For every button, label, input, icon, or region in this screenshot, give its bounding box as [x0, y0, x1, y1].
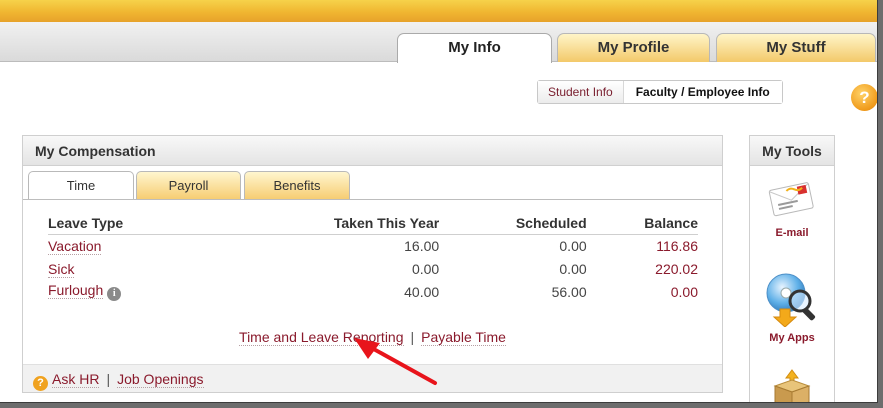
my-tools-panel: My Tools E-mail My Apps	[749, 135, 835, 402]
taken-value: 16.00	[404, 237, 440, 254]
subtab-student-info[interactable]: Student Info	[538, 81, 624, 103]
column-header: Scheduled	[439, 212, 587, 235]
tab-my-stuff[interactable]: My Stuff	[716, 33, 876, 62]
balance-value: 116.86	[656, 237, 698, 254]
tab-payroll[interactable]: Payroll	[136, 171, 241, 199]
annotation-arrow	[354, 338, 437, 385]
browser-frame: My Info My Profile My Stuff Student Info…	[0, 0, 878, 403]
scheduled-value: 0.00	[559, 237, 587, 254]
balance-value: 0.00	[670, 283, 698, 300]
leave-type-link-furlough[interactable]: Furlough	[48, 282, 104, 299]
scheduled-value: 56.00	[551, 283, 587, 300]
subtab-faculty-employee-info[interactable]: Faculty / Employee Info	[623, 81, 782, 103]
tool-label-email: E-mail	[775, 227, 809, 239]
table-row: Sick 0.00 0.00 220.02	[48, 257, 698, 280]
leave-table: Leave Type Taken This Year Scheduled Bal…	[48, 212, 698, 303]
tool-label-my-apps: My Apps	[769, 332, 815, 344]
scheduled-value: 0.00	[559, 260, 587, 277]
info-subtabs: Student Info Faculty / Employee Info	[537, 80, 783, 104]
cd-magnifier-icon	[766, 273, 816, 328]
table-row: Furlough i 40.00 56.00 0.00	[48, 280, 698, 303]
tab-my-info[interactable]: My Info	[397, 33, 552, 63]
tools-title: My Tools	[750, 136, 834, 166]
tab-benefits[interactable]: Benefits	[244, 171, 350, 199]
column-header: Balance	[586, 212, 698, 235]
balance-value: 220.02	[655, 260, 698, 277]
table-header-row: Leave Type Taken This Year Scheduled Bal…	[48, 212, 698, 235]
panel-title: My Compensation	[23, 136, 722, 166]
footer-separator: |	[106, 371, 111, 387]
job-openings-link[interactable]: Job Openings	[117, 371, 204, 388]
ask-hr-link[interactable]: Ask HR	[52, 371, 100, 388]
column-header: Taken This Year	[198, 212, 440, 235]
tab-time[interactable]: Time	[28, 171, 134, 200]
main-tab-strip: My Info My Profile My Stuff	[0, 22, 877, 63]
taken-value: 0.00	[411, 260, 440, 277]
top-banner	[0, 0, 877, 22]
column-header: Leave Type	[48, 212, 199, 235]
leave-type-link-vacation[interactable]: Vacation	[48, 237, 102, 255]
question-icon: ?	[33, 376, 48, 391]
help-icon[interactable]: ?	[851, 84, 877, 111]
tool-box[interactable]	[750, 366, 834, 402]
info-icon[interactable]: i	[107, 287, 122, 301]
table-row: Vacation 16.00 0.00 116.86	[48, 234, 698, 257]
taken-value: 40.00	[404, 283, 440, 300]
tab-my-profile[interactable]: My Profile	[557, 33, 710, 62]
leave-type-link-sick[interactable]: Sick	[48, 260, 75, 278]
tool-my-apps[interactable]: My Apps	[750, 271, 834, 344]
compensation-tabs: Time Payroll Benefits	[23, 166, 722, 200]
box-icon	[773, 369, 811, 402]
envelope-icon	[768, 182, 814, 217]
tool-email[interactable]: E-mail	[750, 174, 834, 239]
